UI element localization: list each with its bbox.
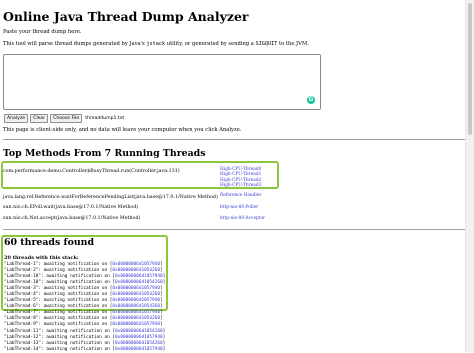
thread-state-text: : awaiting notification on [ (38, 292, 113, 298)
thread-name: "LabThread-1" (4, 262, 39, 267)
bracket-close: ] (159, 298, 163, 304)
monitor-address-link[interactable]: 0x00000006d1057940 (115, 347, 163, 352)
thread-state-text: : awaiting notification on [ (38, 322, 113, 328)
thread-name: "LabThread-2" (4, 268, 39, 274)
intro-parse-mid: utility, or generated by sending a (165, 41, 256, 47)
monitor-address-link[interactable]: 0x00000006d1054260 (112, 304, 160, 309)
monitor-address-link[interactable]: 0x00000006d1057940 (115, 274, 163, 279)
bracket-close: ] (162, 334, 166, 340)
intro-parse-suffix: to the JVM. (277, 41, 309, 47)
thread-name: "LabThread-18" (4, 274, 42, 280)
monitor-address-link[interactable]: 0x00000006d1057940 (115, 335, 163, 340)
clear-button[interactable]: Clear (30, 114, 49, 123)
bracket-close: ] (159, 310, 163, 316)
method-label-busythread: com.performance.demo.Controller$BusyThre… (3, 169, 180, 174)
bracket-close: ] (159, 292, 163, 298)
thread-state-text: : awaiting notification on [ (41, 328, 116, 334)
privacy-note: This page is client-side only, and no da… (3, 127, 242, 133)
monitor-address-link[interactable]: 0x00000006d1057940 (112, 298, 160, 303)
thread-state-text: : awaiting notification on [ (41, 334, 116, 340)
method-thread-links: High-CPU-Thread0 High-CPU-Thread1 High-C… (220, 167, 261, 189)
bracket-close: ] (159, 286, 163, 292)
thread-name: "LabThread-12" (4, 334, 42, 340)
thread-name: "LabThread-7" (4, 310, 39, 316)
intro-jstack: jstack (146, 41, 166, 47)
thread-state-text: : awaiting notification on [ (38, 298, 113, 304)
thread-name: "LabThread-6" (4, 304, 39, 310)
thread-state-text: : awaiting notification on [ (38, 304, 113, 310)
thread-name: "LabThread-3" (4, 286, 39, 292)
divider (3, 229, 465, 230)
controls-row: Analyze Clear Choose File threaddump1.tx… (4, 114, 124, 123)
thread-name: "LabThread-14" (4, 346, 42, 352)
monitor-address-link[interactable]: 0x00000006d1057940 (112, 310, 160, 315)
stack-group-title: 20 threads with this stack: (4, 255, 79, 261)
method-label-epoll: sun.nio.ch.EPoll.wait(java.base@17.0.1/N… (3, 205, 139, 210)
monitor-address-link[interactable]: 0x00000006d1054260 (115, 280, 163, 285)
divider (3, 139, 465, 140)
monitor-address-link[interactable]: 0x00000006d1057940 (112, 262, 160, 267)
intro-paste-text: Paste your thread dump here. (3, 29, 82, 35)
thread-name: "LabThread-11" (4, 328, 42, 334)
thread-name: "LabThread-5" (4, 298, 39, 304)
chosen-file-name: threaddump1.txt (85, 116, 125, 121)
thread-name: "LabThread-10" (4, 280, 42, 286)
thread-dump-textarea[interactable]: G (3, 54, 321, 110)
thread-state-text: : awaiting notification on [ (38, 310, 113, 316)
thread-state-text: : awaiting notification on [ (41, 346, 116, 352)
bracket-close: ] (159, 262, 163, 267)
thread-link[interactable]: http-nio-80-Poller (220, 205, 258, 210)
page-title: Online Java Thread Dump Analyzer (3, 9, 249, 24)
intro-parse-prefix: This tool will parse thread dumps genera… (3, 41, 147, 47)
choose-file-button[interactable]: Choose File (50, 114, 83, 123)
bracket-close: ] (162, 328, 166, 334)
method-label-reference: java.lang.ref.Reference.waitForReference… (3, 195, 218, 200)
thread-state-text: : awaiting notification on [ (38, 268, 113, 274)
intro-sigquit: SIGQUIT (255, 41, 278, 47)
analyze-button[interactable]: Analyze (4, 114, 29, 123)
bracket-close: ] (162, 280, 166, 286)
thread-line-list: "LabThread-1": awaiting notification on … (4, 262, 165, 353)
thread-state-text: : awaiting notification on [ (38, 316, 113, 322)
bracket-close: ] (162, 346, 166, 352)
thread-link[interactable]: High-CPU-Thread3 (220, 183, 261, 188)
page-scrollbar[interactable] (465, 0, 474, 352)
intro-parse-text: This tool will parse thread dumps genera… (3, 41, 309, 47)
monitor-address-link[interactable]: 0x00000006d1054260 (112, 316, 160, 321)
method-label-accept: sun.nio.ch.Net.accept(java.base@17.0.1/N… (3, 216, 141, 221)
monitor-address-link[interactable]: 0x00000006d1054260 (112, 292, 160, 297)
thread-name: "LabThread-13" (4, 340, 42, 346)
thread-state-text: : awaiting notification on [ (41, 280, 116, 286)
bracket-close: ] (159, 322, 163, 328)
thread-state-text: : awaiting notification on [ (38, 262, 113, 267)
thread-name: "LabThread-9" (4, 322, 39, 328)
monitor-address-link[interactable]: 0x00000006d1057940 (112, 322, 160, 327)
top-methods-heading: Top Methods From 7 Running Threads (3, 148, 206, 159)
scrollbar-thumb[interactable] (468, 3, 472, 135)
thread-link[interactable]: Reference Handler (220, 193, 261, 198)
monitor-address-link[interactable]: 0x00000006d1054260 (115, 341, 163, 346)
thread-state-text: : awaiting notification on [ (41, 340, 116, 346)
thread-state-text: : awaiting notification on [ (38, 286, 113, 292)
thread-name: "LabThread-4" (4, 292, 39, 298)
bracket-close: ] (162, 274, 166, 280)
grammarly-g-icon[interactable]: G (307, 96, 315, 104)
monitor-address-link[interactable]: 0x00000006d1057940 (112, 286, 160, 291)
monitor-address-link[interactable]: 0x00000006d1054260 (112, 268, 160, 273)
threads-found-heading: 60 threads found (4, 237, 95, 248)
monitor-address-link[interactable]: 0x00000006d1054260 (115, 329, 163, 334)
bracket-close: ] (162, 340, 166, 346)
bracket-close: ] (159, 268, 163, 274)
thread-name: "LabThread-8" (4, 316, 39, 322)
thread-link[interactable]: http-nio-80-Acceptor (220, 216, 265, 221)
thread-state-text: : awaiting notification on [ (41, 274, 116, 280)
bracket-close: ] (159, 316, 163, 322)
bracket-close: ] (159, 304, 163, 310)
